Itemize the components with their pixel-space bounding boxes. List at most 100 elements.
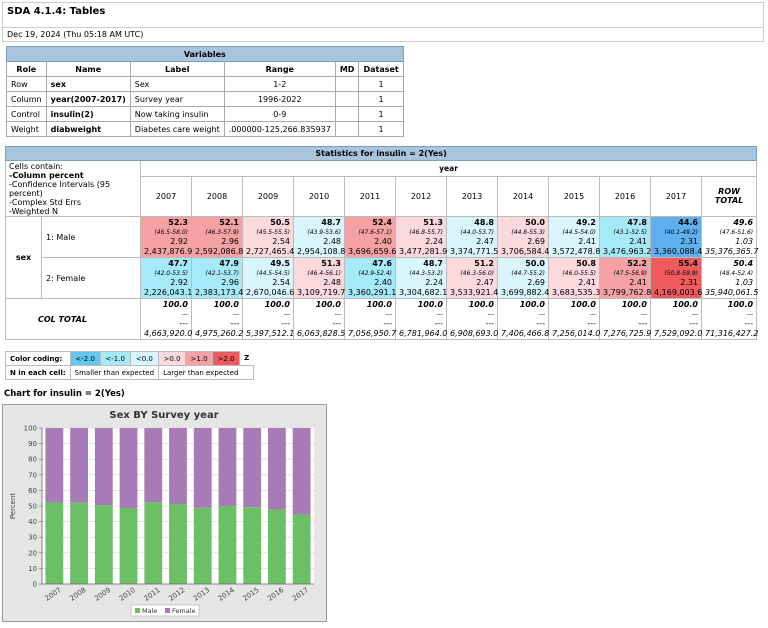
y-tick-label: 0 [33,581,37,589]
cell-confidence-interval: (46.3-57.9) [205,228,239,236]
table-cell: 100.0 --- --- 7,276,725.9 [599,298,652,340]
stacked-bar-chart: Sex BY Survey year 0 10 20 30 40 50 60 70 80 90 10… [2,404,327,622]
cell-confidence-interval: (42.9-52.4) [358,269,392,277]
cell-confidence-interval: (42.1-53.7) [205,269,239,277]
cell-weighted-n: 4,663,920.0 [144,328,193,338]
cell-confidence-interval: (42.0-53.5) [154,269,188,277]
table-cell: 49.5 (44.5-54.5) 2.54 2,670,046.6 [242,257,294,299]
cell-std-err: --- [689,319,698,328]
var-dataset: 1 [358,106,404,122]
color-swatch: <-1.0 [99,351,131,366]
cell-weighted-n: 71,316,427.2 [705,328,759,338]
year-column-header: 2017 [650,175,702,218]
cell-std-err: --- [434,319,443,328]
cell-std-err: 2.40 [374,278,392,287]
table-cell: 50.8 (46.0-55.5) 2.41 3,683,535.3 [548,257,600,299]
bar-segment-female [218,428,237,506]
bar-segment-female [119,428,138,509]
cell-confidence-interval: --- [385,310,393,318]
cell-std-err: 2.24 [425,278,443,287]
row-category-label: 2: Female [41,257,141,299]
cell-weighted-n: 4,975,260.2 [195,328,244,338]
cell-percent: 50.4 [733,259,754,268]
cell-std-err: 1.03 [735,278,754,287]
var-range: .000000-125,266.835937 [223,121,336,137]
legend-entry: Female [172,607,196,615]
cell-percent: 52.4 [372,218,392,227]
cell-std-err: 2.54 [272,278,290,287]
year-column-header: 2007 [140,175,192,218]
cell-percent: 51.3 [423,218,443,227]
table-cell: 100.0 --- --- 7,256,014.0 [548,298,600,340]
cell-confidence-interval: --- [436,310,444,318]
col-range: Range [223,61,336,77]
var-name: diabweight [45,121,131,137]
cell-std-err: --- [744,319,754,328]
z-label: Z [244,354,250,363]
cells-contain-line: -Complex Std Errs [9,198,82,207]
cell-confidence-interval: (44.5-54.0) [562,228,596,236]
cell-percent: 100.0 [519,300,545,309]
cell-confidence-interval: (45.5-55.5) [256,228,290,236]
cell-std-err: 2.40 [374,237,392,246]
cells-contain-line: Cells contain: [9,162,64,171]
cell-std-err: 2.47 [476,237,494,246]
cell-weighted-n: 6,063,828.5 [297,328,346,338]
var-dataset: 1 [358,121,404,137]
cell-percent: 49.6 [733,218,754,227]
cell-weighted-n: 3,572,478.8 [552,246,601,256]
cell-percent: 50.8 [576,259,596,268]
table-cell: 49.6 (47.6-51.6) 1.03 35,376,365.7 [700,216,759,258]
cell-weighted-n: 2,226,043.1 [144,287,193,297]
cell-std-err: 2.48 [323,278,341,287]
table-cell: 100.0 --- --- 6,908,693.0 [446,298,498,340]
smaller-than-expected: Smaller than expected [69,365,160,380]
bar-segment-male [144,502,163,584]
cell-std-err: --- [383,319,392,328]
y-tick-label: 10 [28,565,37,573]
cells-contain-line: -Column percent [9,171,84,180]
cell-std-err: 1.03 [735,237,754,246]
chart-title: Sex BY Survey year [109,410,218,421]
legend-swatch [135,608,140,613]
cell-confidence-interval: --- [334,310,342,318]
cell-std-err: --- [587,319,596,328]
y-axis-label: Percent [9,493,17,520]
row-category-label: 1: Male [41,216,141,258]
var-md [334,106,360,122]
var-md [334,76,360,92]
statistics-header: Statistics for insulin = 2(Yes) [4,146,758,161]
cell-percent: 47.9 [219,259,239,268]
cell-percent: 55.4 [678,259,698,268]
cell-confidence-interval: --- [181,310,189,318]
table-cell: 50.0 (44.8-55.3) 2.69 3,706,584.4 [497,216,550,258]
cell-weighted-n: 3,533,921.4 [450,287,499,297]
cell-weighted-n: 3,706,584.4 [501,246,550,256]
cell-confidence-interval: --- [640,310,648,318]
var-label: Diabetes care weight [129,121,225,137]
cell-std-err: 2.92 [170,278,188,287]
table-cell: 47.7 (42.0-53.5) 2.92 2,226,043.1 [140,257,193,299]
table-cell: 100.0 --- --- 7,406,466.8 [497,298,550,340]
cell-std-err: --- [536,319,545,328]
cell-percent: 52.1 [219,218,239,227]
cell-weighted-n: 7,406,466.8 [501,328,550,338]
cell-percent: 52.2 [627,259,647,268]
table-cell: 50.5 (45.5-55.5) 2.54 2,727,465.4 [242,216,294,258]
table-cell: 47.6 (42.9-52.4) 2.40 3,360,291.1 [344,257,396,299]
bar-segment-female [94,428,113,506]
cell-confidence-interval: (44.3-53.2) [409,269,443,277]
cell-confidence-interval: (44.7-55.2) [511,269,545,277]
cell-confidence-interval: (46.8-55.7) [409,228,443,236]
year-column-header: 2010 [293,175,345,218]
bar-segment-male [243,507,262,584]
cell-weighted-n: 7,276,725.9 [603,328,652,338]
cell-confidence-interval: --- [691,310,699,318]
cell-weighted-n: 35,376,365.7 [705,246,759,256]
cell-percent: 100.0 [213,300,239,309]
cell-percent: 100.0 [468,300,494,309]
y-tick-label: 90 [28,440,37,448]
year-column-header: 2012 [395,175,447,218]
cell-confidence-interval: (50.8-59.9) [664,269,698,277]
var-name: sex [45,76,131,92]
